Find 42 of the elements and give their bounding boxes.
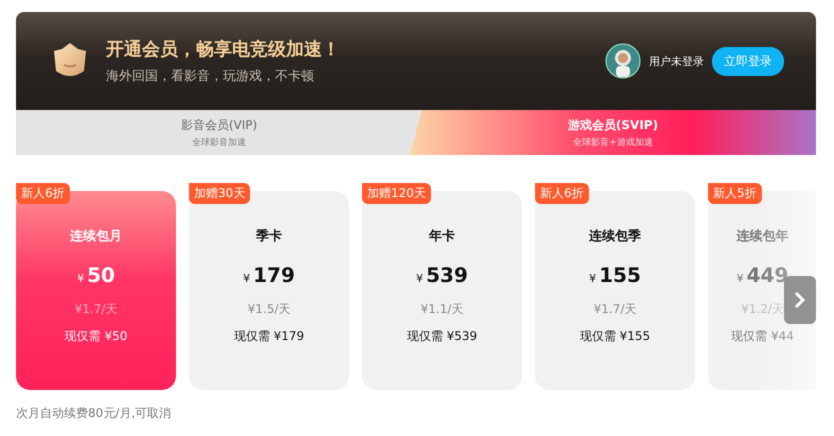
current-price: 现仅需 ¥50 — [64, 328, 128, 345]
plan-price: 539 — [426, 263, 468, 287]
plan-name: 年卡 — [429, 228, 455, 245]
current-price: 现仅需 ¥44 — [731, 328, 794, 345]
promo-tag: 加赠120天 — [362, 183, 431, 204]
daily-price: ¥1.7/天 — [74, 301, 118, 318]
user-status: 用户未登录 — [649, 54, 704, 68]
plan-price: 155 — [599, 263, 641, 287]
promo-tag: 新人6折 — [16, 183, 70, 204]
banner-subtitle: 海外回国，看影音，玩游戏，不卡顿 — [106, 68, 315, 85]
currency-sign: ¥ — [416, 272, 424, 285]
banner-title: 开通会员，畅享电竞级加速！ — [106, 38, 341, 61]
daily-price: ¥1.5/天 — [248, 301, 290, 318]
tab[interactable]: 游戏会员(SVIP) 全球影音+游戏加速 — [410, 110, 816, 155]
current-price: 现仅需 ¥539 — [406, 328, 478, 345]
daily-price: ¥1.1/天 — [420, 301, 464, 318]
plan-price: 179 — [253, 263, 295, 287]
promo-tag: 新人5折 — [708, 183, 762, 204]
plan-name: 连续包年 — [736, 228, 788, 245]
renewal-note: 次月自动续费80元/月,可取消 — [16, 405, 172, 422]
chevron-right-icon — [793, 290, 807, 310]
login-button[interactable]: 立即登录 — [712, 46, 784, 76]
tab-sublabel: 全球影音+游戏加速 — [573, 136, 653, 148]
avatar-icon — [605, 43, 641, 79]
daily-price: ¥1.7/天 — [594, 301, 636, 318]
plan-name: 连续包季 — [589, 228, 641, 245]
tab[interactable]: 影音会员(VIP) 全球影音加速 — [16, 110, 422, 155]
promo-tag: 新人6折 — [535, 183, 589, 204]
plan-price: 50 — [87, 263, 115, 287]
tab-label: 游戏会员(SVIP) — [568, 116, 658, 134]
currency-sign: ¥ — [243, 272, 250, 285]
plan-name: 季卡 — [256, 228, 282, 245]
current-price: 现仅需 ¥179 — [234, 328, 304, 345]
current-price: 现仅需 ¥155 — [580, 328, 650, 345]
plan-price: 449 — [746, 263, 788, 287]
currency-sign: ¥ — [736, 272, 744, 285]
currency-sign: ¥ — [77, 272, 84, 285]
plan-name: 连续包月 — [70, 228, 122, 245]
currency-sign: ¥ — [589, 272, 596, 285]
tab-label: 影音会员(VIP) — [180, 116, 258, 134]
promo-tag: 加赠30天 — [189, 183, 250, 204]
tab-sublabel: 全球影音加速 — [192, 136, 246, 148]
